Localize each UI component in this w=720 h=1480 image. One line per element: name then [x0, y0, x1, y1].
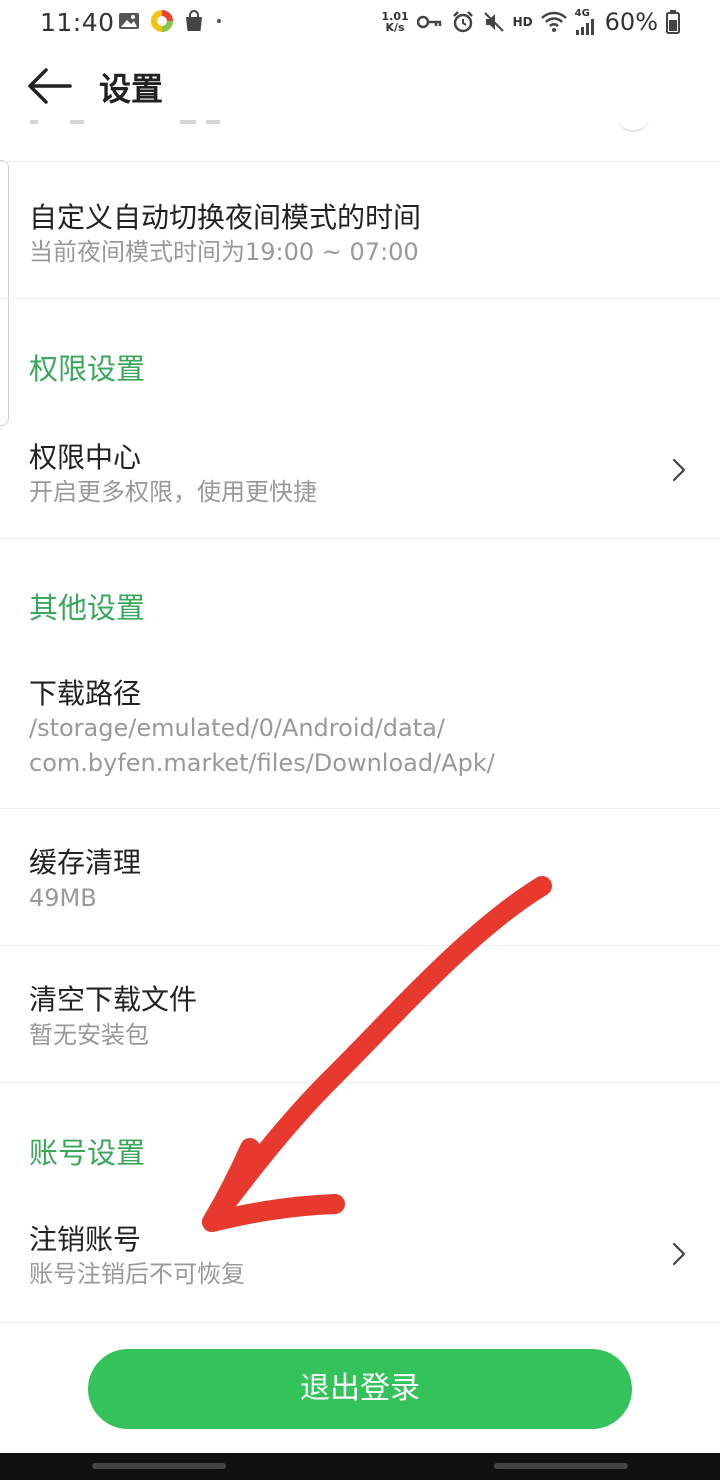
gallery-icon	[119, 13, 139, 29]
status-time: 11:40	[40, 8, 115, 37]
item-subtitle-line1: /storage/emulated/0/Android/data/	[29, 714, 445, 742]
section-title-other: 其他设置	[29, 591, 146, 625]
page-title: 设置	[99, 70, 164, 108]
wifi-icon	[540, 11, 567, 32]
signal-bars-icon	[575, 19, 594, 35]
system-icons: 1.01 K/s HD 4G 60%	[382, 8, 680, 36]
status-bar: 11:40 1.01 K/s HD 4G 60%	[0, 0, 720, 44]
divider	[0, 538, 720, 539]
item-subtitle: 暂无安装包	[29, 1021, 149, 1049]
clear-downloads-item[interactable]: 清空下载文件 暂无安装包	[0, 946, 720, 1082]
item-subtitle: 49MB	[29, 884, 97, 912]
navigation-bar	[0, 1453, 720, 1480]
nav-gesture-bar-right[interactable]	[494, 1463, 628, 1469]
item-subtitle: 开启更多权限，使用更快捷	[29, 478, 317, 506]
network-speed: 1.01 K/s	[382, 11, 409, 33]
item-title: 下载路径	[29, 677, 142, 710]
chevron-right-icon	[672, 458, 686, 482]
item-subtitle: 当前夜间模式时间为19:00 ~ 07:00	[29, 238, 419, 266]
hd-indicator: HD	[512, 15, 533, 29]
app-logo-icon	[151, 10, 173, 32]
divider	[0, 1082, 720, 1083]
signal-type-label: 4G	[574, 8, 590, 19]
logout-button[interactable]: 退出登录	[88, 1349, 632, 1429]
scrolled-off-item-remnant	[30, 120, 220, 124]
vpn-key-icon	[416, 15, 441, 29]
item-title: 清空下载文件	[29, 983, 198, 1016]
permission-center-item[interactable]: 权限中心 开启更多权限，使用更快捷	[0, 410, 720, 538]
item-title: 自定义自动切换夜间模式的时间	[29, 201, 422, 234]
alarm-icon	[452, 11, 473, 33]
item-title: 缓存清理	[29, 846, 142, 879]
battery-percent: 60%	[604, 8, 658, 36]
more-notifications-dot-icon	[217, 19, 221, 23]
cache-clean-item[interactable]: 缓存清理 49MB	[0, 809, 720, 945]
night-mode-time-item[interactable]: 自定义自动切换夜间模式的时间 当前夜间模式时间为19:00 ~ 07:00	[0, 162, 720, 298]
delete-account-item[interactable]: 注销账号 账号注销后不可恢复	[0, 1194, 720, 1322]
item-subtitle: 账号注销后不可恢复	[29, 1260, 245, 1288]
item-title: 注销账号	[29, 1223, 142, 1256]
divider	[0, 298, 720, 299]
item-subtitle-line2: com.byfen.market/files/Download/Apk/	[29, 749, 495, 777]
battery-icon	[666, 10, 680, 34]
shopping-bag-icon	[186, 10, 202, 31]
download-path-item[interactable]: 下载路径 /storage/emulated/0/Android/data/ c…	[0, 650, 720, 808]
network-speed-unit: K/s	[385, 21, 405, 34]
item-title: 权限中心	[29, 441, 142, 474]
section-title-permissions: 权限设置	[29, 352, 146, 386]
cellular-signal: 4G	[575, 9, 597, 35]
back-arrow-icon[interactable]	[26, 66, 74, 106]
chevron-right-icon	[672, 1242, 686, 1266]
divider	[0, 1322, 720, 1323]
nav-gesture-bar-left[interactable]	[92, 1463, 226, 1469]
section-title-account: 账号设置	[29, 1136, 146, 1170]
notification-icons	[118, 9, 224, 33]
mute-icon	[483, 12, 504, 32]
